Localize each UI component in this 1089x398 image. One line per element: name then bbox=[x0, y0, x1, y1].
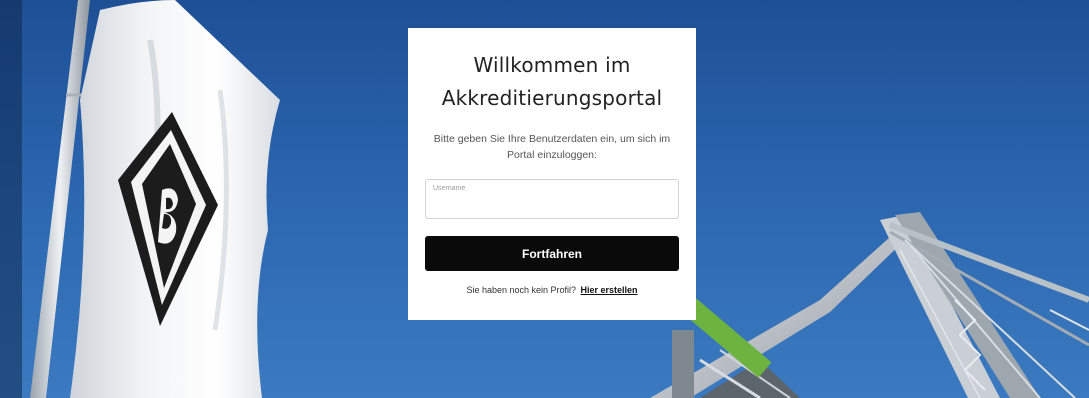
register-prompt: Sie haben noch kein Profil? bbox=[466, 285, 577, 295]
login-card: Willkommen im Akkreditierungsportal Bitt… bbox=[408, 28, 696, 320]
register-prompt-line: Sie haben noch kein Profil? Hier erstell… bbox=[425, 285, 679, 295]
title-line-1: Willkommen im bbox=[473, 53, 631, 77]
username-label: Username bbox=[433, 185, 466, 192]
page-background: Willkommen im Akkreditierungsportal Bitt… bbox=[0, 0, 1089, 398]
username-field[interactable]: Username bbox=[425, 179, 679, 219]
login-instructions: Bitte geben Sie Ihre Benutzerdaten ein, … bbox=[433, 133, 671, 161]
steel-truss bbox=[650, 212, 1089, 398]
club-flag bbox=[70, 0, 280, 398]
title-line-2: Akkreditierungsportal bbox=[441, 86, 663, 110]
page-title: Willkommen im Akkreditierungsportal bbox=[425, 49, 679, 115]
username-input[interactable] bbox=[432, 197, 672, 213]
register-link[interactable]: Hier erstellen bbox=[581, 285, 638, 295]
continue-button[interactable]: Fortfahren bbox=[425, 236, 679, 271]
